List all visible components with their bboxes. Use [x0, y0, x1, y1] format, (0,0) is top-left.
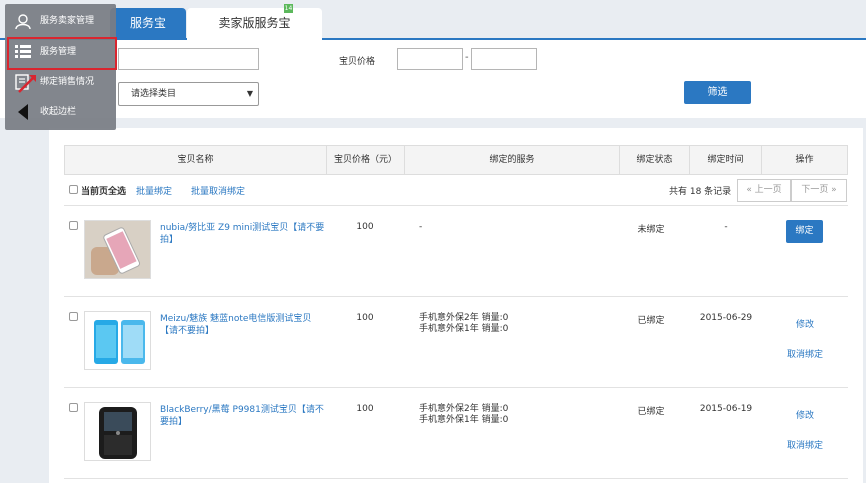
price-min-input[interactable]: [397, 48, 463, 70]
table-row: BlackBerry/黑莓 P9981测试宝贝【请不要拍】 100 手机意外保2…: [64, 388, 848, 479]
batch-unbind-link[interactable]: 批量取消绑定: [191, 184, 245, 197]
menu-item-service-sellers[interactable]: 服务卖家管理: [5, 6, 116, 36]
product-image-blackberry[interactable]: [84, 402, 151, 461]
header-status: 绑定状态: [620, 146, 690, 174]
bind-status: 已绑定: [637, 407, 665, 417]
bind-date: 2015-06-29: [699, 313, 753, 323]
prev-page-button[interactable]: « 上一页: [737, 179, 791, 202]
header-time: 绑定时间: [690, 146, 762, 174]
price-label: 宝贝价格: [339, 57, 376, 67]
product-price: 100: [356, 404, 374, 414]
service-line: 手机意外保1年 销量:0: [419, 415, 509, 425]
table-toolbar: 当前页全选 批量绑定 批量取消绑定 共有 18 条记录 « 上一页 下一页 »: [64, 176, 848, 206]
unbind-link[interactable]: 取消绑定: [776, 438, 834, 451]
product-image-nubia[interactable]: [84, 220, 151, 279]
category-select-value: 请选择类目: [131, 89, 177, 99]
menu-item-label: 收起边栏: [40, 107, 77, 117]
menu-item-label: 服务卖家管理: [40, 16, 95, 26]
tab-seller-service-bao[interactable]: 卖家版服务宝: [187, 8, 322, 40]
tab-bar: 服务宝 卖家版服务宝 14: [0, 0, 866, 40]
row-checkbox[interactable]: [69, 403, 78, 412]
menu-highlight-box: [7, 37, 117, 70]
filter-area: 宝贝价格 - 请选择类目 ▼ 筛选: [0, 40, 866, 118]
edit-link[interactable]: 修改: [776, 317, 834, 330]
product-price: 100: [356, 222, 374, 232]
unbind-link[interactable]: 取消绑定: [776, 347, 834, 360]
service-line: 手机意外保2年 销量:0: [419, 404, 509, 414]
tab-service-bao[interactable]: 服务宝: [110, 8, 186, 40]
edit-link[interactable]: 修改: [776, 408, 834, 421]
collapse-arrow-icon: [13, 97, 33, 131]
bind-date: 2015-06-19: [699, 404, 753, 414]
next-page-button[interactable]: 下一页 »: [791, 179, 847, 202]
product-name-link[interactable]: BlackBerry/黑莓 P9981测试宝贝【请不要拍】: [160, 404, 325, 428]
bound-services: -: [419, 222, 599, 233]
caret-down-icon: ▼: [246, 89, 253, 98]
batch-bind-link[interactable]: 批量绑定: [136, 184, 172, 197]
item-list-panel: 宝贝名称 宝贝价格（元） 绑定的服务 绑定状态 绑定时间 操作 当前页全选 批量…: [49, 128, 863, 483]
product-price: 100: [356, 313, 374, 323]
product-name-link[interactable]: Meizu/魅族 魅蓝note电信版测试宝贝【请不要拍】: [160, 313, 325, 337]
record-count: 共有 18 条记录: [669, 187, 732, 197]
price-max-input[interactable]: [471, 48, 537, 70]
service-line: 手机意外保2年 销量:0: [419, 313, 509, 323]
filter-button[interactable]: 筛选: [684, 81, 751, 104]
category-select[interactable]: 请选择类目 ▼: [118, 82, 259, 106]
header-item-name: 宝贝名称: [65, 146, 327, 174]
header-services: 绑定的服务: [405, 146, 620, 174]
row-checkbox[interactable]: [69, 312, 78, 321]
select-all-label: 当前页全选: [81, 187, 127, 197]
row-checkbox[interactable]: [69, 221, 78, 230]
table-header: 宝贝名称 宝贝价格（元） 绑定的服务 绑定状态 绑定时间 操作: [64, 145, 848, 175]
menu-item-collapse-sidebar[interactable]: 收起边栏: [5, 97, 116, 127]
service-line: 手机意外保1年 销量:0: [419, 324, 509, 334]
item-name-input[interactable]: [118, 48, 259, 70]
new-flag-badge: 14: [284, 4, 293, 13]
table-row: nubia/努比亚 Z9 mini测试宝贝【请不要拍】 100 - 未绑定 - …: [64, 206, 848, 297]
bind-status: 已绑定: [637, 316, 665, 326]
price-separator: -: [465, 52, 469, 63]
select-all-checkbox[interactable]: [69, 185, 78, 194]
user-icon: [13, 6, 33, 40]
bound-services: 手机意外保2年 销量:0 手机意外保1年 销量:0: [419, 404, 599, 426]
product-image-meizu[interactable]: [84, 311, 151, 370]
service-line: -: [419, 222, 423, 232]
menu-item-label: 绑定销售情况: [40, 77, 95, 87]
bind-date: -: [724, 222, 728, 232]
product-name-link[interactable]: nubia/努比亚 Z9 mini测试宝贝【请不要拍】: [160, 222, 325, 246]
bound-services: 手机意外保2年 销量:0 手机意外保1年 销量:0: [419, 313, 599, 335]
bind-button[interactable]: 绑定: [786, 220, 823, 243]
bind-status: 未绑定: [637, 225, 665, 235]
red-arrow-icon: [18, 75, 36, 93]
table-row: Meizu/魅族 魅蓝note电信版测试宝贝【请不要拍】 100 手机意外保2年…: [64, 297, 848, 388]
header-actions: 操作: [795, 155, 814, 165]
header-price: 宝贝价格（元）: [327, 146, 405, 174]
